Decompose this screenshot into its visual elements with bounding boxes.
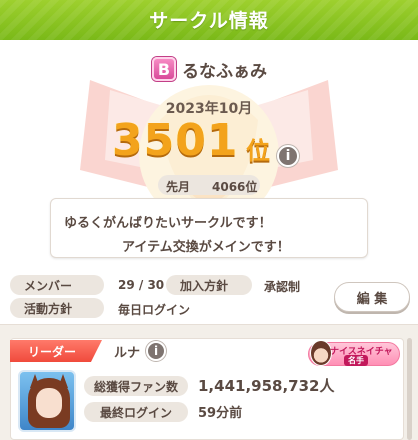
rank-suffix: 位 [246, 137, 270, 165]
join-policy-label: 加入方針 [166, 275, 252, 295]
title-badge-rank: 名手 [344, 355, 368, 366]
circle-name: るなふぁみ [182, 62, 267, 82]
character-avatar[interactable] [18, 370, 76, 432]
activity-policy-value: 毎日ログイン [118, 303, 191, 317]
header-bar: サークル情報 [0, 0, 418, 40]
circle-intro-line-2: アイテム交換がメインです！ [122, 240, 290, 255]
member-label: メンバー [10, 275, 104, 295]
scrollbar[interactable] [407, 338, 412, 440]
circle-intro-line-1: ゆるくがんばりたいサークルです！ [64, 216, 272, 231]
avatar-face [36, 388, 62, 418]
join-policy-value: 承認制 [264, 280, 301, 294]
edit-button[interactable]: 編 集 [334, 282, 410, 312]
title-character-icon [310, 340, 332, 366]
last-login-value: 59分前 [198, 406, 243, 421]
circle-rank-number: 3501 [112, 115, 239, 166]
fans-label: 総獲得ファン数 [84, 376, 188, 396]
circle-rank-badge: B [152, 57, 176, 81]
last-login-label: 最終ログイン [84, 402, 188, 422]
leader-info-icon[interactable]: i [146, 341, 166, 361]
info-icon[interactable]: i [277, 145, 299, 167]
fans-value: 1,441,958,732人 [198, 377, 335, 395]
last-month-rank: 4066位 [212, 180, 258, 194]
leader-tag: リーダー [10, 340, 102, 362]
activity-policy-label: 活動方針 [10, 298, 104, 318]
page-title: サークル情報 [149, 10, 269, 32]
member-count: 29 / 30 [118, 278, 165, 292]
leader-name: ルナ [114, 346, 141, 361]
last-month-label: 先月 [166, 180, 191, 194]
